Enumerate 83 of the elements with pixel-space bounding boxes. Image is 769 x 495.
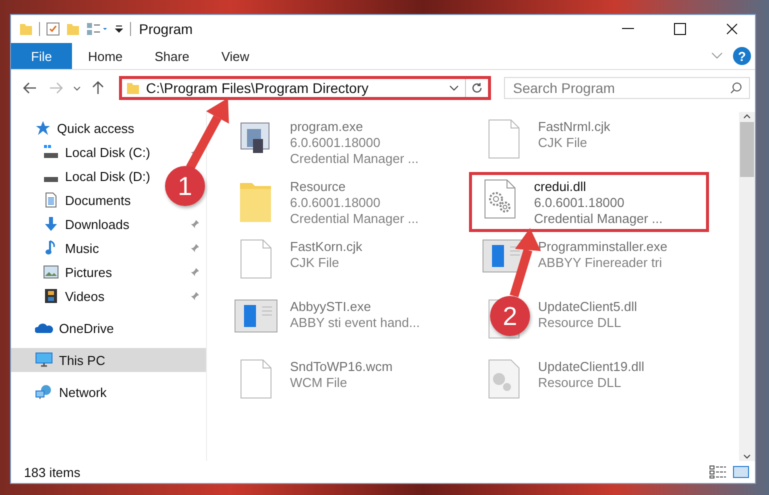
file-name[interactable]: AbbyySTI.exe <box>290 299 420 315</box>
file-detail: Credential Manager ... <box>534 211 663 227</box>
search-icon <box>730 82 742 94</box>
scrollbar-thumb[interactable] <box>740 122 754 177</box>
drive-icon <box>43 176 59 182</box>
file-name[interactable]: Programminstaller.exe <box>538 239 668 255</box>
film-icon <box>43 288 59 304</box>
ribbon-tab[interactable]: View <box>205 43 266 69</box>
address-bar[interactable]: C:\Program Files\Program Directory <box>119 76 491 100</box>
monitor-icon <box>35 352 53 368</box>
sidebar-item[interactable]: Music <box>11 236 103 260</box>
file-name[interactable]: FastKorn.cjk <box>290 239 362 255</box>
back-arrow-icon[interactable] <box>23 82 37 94</box>
scroll-up-icon[interactable] <box>743 112 751 120</box>
blank-file-icon <box>487 119 521 159</box>
caret-icon[interactable] <box>449 85 459 91</box>
view-list-icon[interactable] <box>86 22 108 36</box>
ribbon-tab[interactable]: File <box>11 43 72 69</box>
picture-icon <box>43 264 59 280</box>
window-title: Program <box>139 21 194 37</box>
sidebar-item[interactable]: Local Disk (C:) <box>11 140 154 164</box>
file-detail: Credential Manager ... <box>290 211 419 227</box>
file-detail: Credential Manager ... <box>290 151 419 167</box>
blank-file-icon <box>239 239 273 279</box>
refresh-icon[interactable] <box>471 82 483 94</box>
pin-icon[interactable] <box>190 243 200 253</box>
minimize-icon <box>622 28 634 30</box>
file-detail: 6.0.6001.18000 <box>290 195 382 211</box>
file-name[interactable]: credui.dll <box>534 179 663 195</box>
star-icon <box>35 120 51 136</box>
chevron-down-icon[interactable] <box>711 52 723 60</box>
scroll-down-icon[interactable] <box>743 453 751 461</box>
search-field[interactable]: Search Program <box>504 77 750 99</box>
ribbon-tab[interactable]: Share <box>138 43 206 69</box>
document-icon <box>43 192 59 208</box>
drive-icon <box>43 144 59 160</box>
details-view-icon[interactable] <box>709 465 727 479</box>
file-detail: 6.0.6001.18000 <box>290 135 382 151</box>
file-detail: Resource DLL <box>538 315 622 331</box>
folder-icon <box>126 81 140 95</box>
file-detail: CJK File <box>290 255 340 271</box>
ribbon-tab[interactable]: Home <box>72 43 139 69</box>
properties-icon[interactable] <box>46 22 60 36</box>
file-detail: 6.0.6001.18000 <box>534 195 626 211</box>
address-path: C:\Program Files\Program Directory <box>146 80 370 96</box>
sidebar-item[interactable]: Network <box>11 380 111 404</box>
maximize-icon <box>674 23 686 35</box>
file-detail: WCM File <box>290 375 348 391</box>
sidebar-item[interactable]: This PC <box>11 348 206 372</box>
sidebar-item[interactable]: Videos <box>11 284 109 308</box>
file-name[interactable]: program.exe <box>290 119 419 135</box>
file-name[interactable]: SndToWP16.wcm <box>290 359 393 375</box>
program-window-icon <box>234 299 278 333</box>
pin-icon[interactable] <box>190 291 200 301</box>
sidebar-item[interactable]: Downloads <box>11 212 134 236</box>
file-name[interactable]: FastNrml.cjk <box>538 119 610 135</box>
file-detail: ABBYY Finereader tri <box>538 255 664 271</box>
sidebar-item[interactable]: Local Disk (D:) <box>11 164 154 188</box>
gear-file-icon <box>483 179 517 219</box>
pin-icon[interactable] <box>190 219 200 229</box>
item-count: 183 items <box>24 464 82 480</box>
up-arrow-icon[interactable] <box>92 81 104 95</box>
blank-file-icon <box>239 359 273 399</box>
file-name[interactable]: UpdateClient19.dll <box>538 359 644 375</box>
file-detail: CJK File <box>538 135 588 151</box>
pin-icon[interactable] <box>190 267 200 277</box>
network-globe-icon <box>35 384 53 400</box>
sidebar-item[interactable]: Quick access <box>11 116 138 140</box>
help-button[interactable]: ? <box>733 47 751 65</box>
sidebar-item[interactable]: OneDrive <box>11 316 118 340</box>
folder-icon <box>19 22 33 36</box>
large-icons-view-icon[interactable] <box>733 465 749 479</box>
sidebar-item[interactable]: Documents <box>11 188 135 212</box>
file-name[interactable]: Resource <box>290 179 419 195</box>
file-name[interactable]: UpdateClient5.dll <box>538 299 638 315</box>
scrollbar[interactable] <box>739 112 755 461</box>
gear-file-icon <box>487 359 521 399</box>
file-detail: ABBY sti event hand... <box>290 315 420 331</box>
caret-icon[interactable] <box>114 24 124 34</box>
close-icon <box>726 23 738 35</box>
file-detail: Resource DLL <box>538 375 622 391</box>
sidebar-item[interactable]: Pictures <box>11 260 116 284</box>
download-arrow-icon <box>43 216 59 232</box>
